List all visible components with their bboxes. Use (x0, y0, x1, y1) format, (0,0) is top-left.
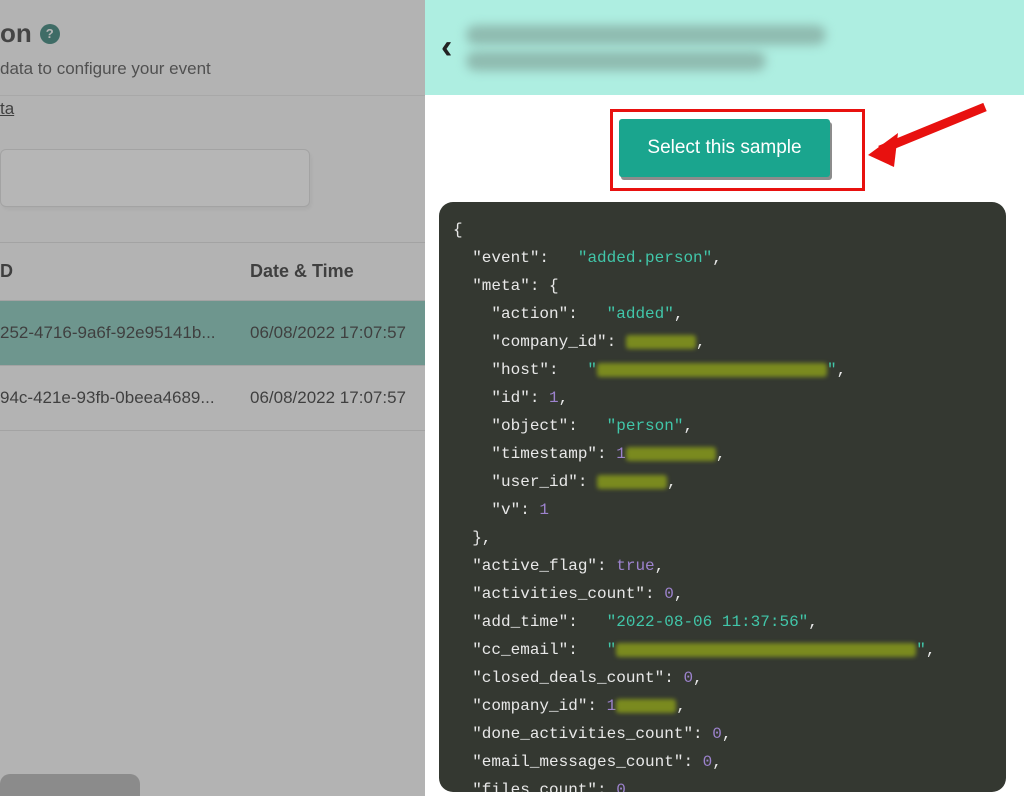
code-done-activities: 0 (712, 725, 722, 743)
code-meta-id: 1 (549, 389, 559, 407)
code-add-time: 2022-08-06 11:37:56 (616, 613, 798, 631)
code-files-count: 0 (616, 781, 626, 792)
header-title-redacted (466, 25, 1008, 71)
back-chevron-icon[interactable]: ‹ (441, 28, 452, 67)
code-email-messages: 0 (703, 753, 713, 771)
code-meta-ts-prefix: 1 (616, 445, 626, 463)
code-meta-v: 1 (539, 501, 549, 519)
code-active-flag: true (616, 557, 654, 575)
code-meta-object: person (616, 417, 674, 435)
dim-overlay (0, 0, 425, 796)
code-event-value: added.person (587, 249, 702, 267)
code-closed-deals: 0 (683, 669, 693, 687)
json-code-block: { "event": "added.person", "meta": { "ac… (439, 202, 1006, 792)
code-meta-action: added (616, 305, 664, 323)
select-sample-button[interactable]: Select this sample (619, 119, 829, 177)
panel-header: ‹ (425, 0, 1024, 95)
code-activities-count: 0 (664, 585, 674, 603)
code-company-id-prefix: 1 (607, 697, 617, 715)
annotation-arrow-icon (860, 95, 1000, 185)
